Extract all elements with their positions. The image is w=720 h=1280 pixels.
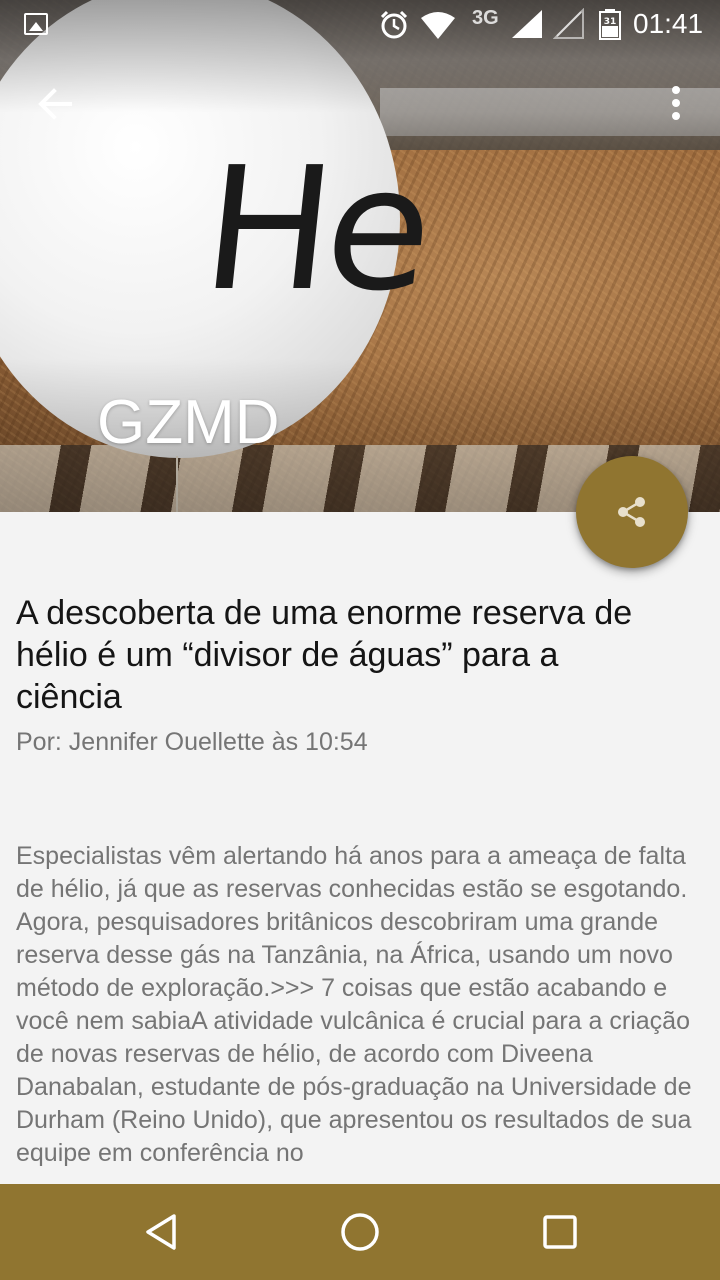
nav-home-button[interactable] — [336, 1208, 384, 1256]
article-scroll-area[interactable]: Especialistas vêm alertando há anos para… — [0, 0, 720, 1184]
article-body: Especialistas vêm alertando há anos para… — [16, 842, 692, 1167]
nav-recents-icon — [543, 1215, 577, 1249]
nav-home-icon — [341, 1213, 379, 1251]
screen: He GZMD 3G 31 01:41 — [0, 0, 720, 1280]
navigation-bar — [0, 1184, 720, 1280]
nav-back-icon — [146, 1214, 176, 1250]
nav-recents-button[interactable] — [536, 1208, 584, 1256]
nav-back-button[interactable] — [138, 1208, 186, 1256]
